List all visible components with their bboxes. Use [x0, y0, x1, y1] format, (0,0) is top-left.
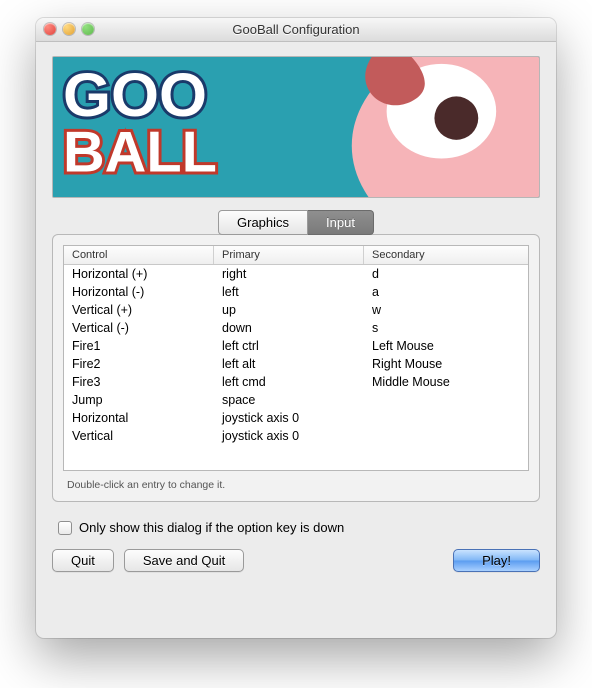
table-row[interactable]: Horizontal (+)rightd: [64, 265, 528, 283]
cell-control: Jump: [64, 391, 214, 409]
cell-secondary: Middle Mouse: [364, 373, 528, 391]
cell-secondary: d: [364, 265, 528, 283]
save-and-quit-button[interactable]: Save and Quit: [124, 549, 244, 572]
cell-control: Horizontal (+): [64, 265, 214, 283]
tab-pane-input: Control Primary Secondary Horizontal (+)…: [52, 234, 540, 502]
window-controls: [44, 23, 94, 35]
table-row[interactable]: Verticaljoystick axis 0: [64, 427, 528, 445]
button-row: Quit Save and Quit Play!: [52, 549, 540, 572]
cell-secondary: Left Mouse: [364, 337, 528, 355]
quit-button[interactable]: Quit: [52, 549, 114, 572]
cell-control: Fire2: [64, 355, 214, 373]
cell-primary: left alt: [214, 355, 364, 373]
header-secondary[interactable]: Secondary: [364, 246, 528, 264]
table-row[interactable]: Fire2left altRight Mouse: [64, 355, 528, 373]
tabs: Graphics Input: [52, 210, 540, 235]
cell-primary: left ctrl: [214, 337, 364, 355]
table-row[interactable]: Horizontaljoystick axis 0: [64, 409, 528, 427]
close-icon[interactable]: [44, 23, 56, 35]
table-header: Control Primary Secondary: [64, 246, 528, 265]
content: GOO BALL Graphics Input Control Primary …: [36, 42, 556, 588]
option-key-checkbox[interactable]: [58, 521, 72, 535]
titlebar: GooBall Configuration: [36, 18, 556, 42]
cell-secondary: w: [364, 301, 528, 319]
window: GooBall Configuration GOO BALL Graphics: [36, 18, 556, 638]
table-hint: Double-click an entry to change it.: [63, 471, 529, 493]
cell-secondary: Right Mouse: [364, 355, 528, 373]
cell-control: Vertical (-): [64, 319, 214, 337]
header-control[interactable]: Control: [64, 246, 214, 264]
cell-primary: right: [214, 265, 364, 283]
cell-secondary: [364, 409, 528, 427]
cell-secondary: [364, 391, 528, 409]
cell-primary: joystick axis 0: [214, 409, 364, 427]
minimize-icon[interactable]: [63, 23, 75, 35]
cell-control: Fire1: [64, 337, 214, 355]
cell-primary: up: [214, 301, 364, 319]
window-title: GooBall Configuration: [44, 22, 548, 37]
banner: GOO BALL: [52, 56, 540, 198]
cell-control: Vertical (+): [64, 301, 214, 319]
table-row[interactable]: Jumpspace: [64, 391, 528, 409]
table-row[interactable]: Vertical (-)downs: [64, 319, 528, 337]
cell-primary: left cmd: [214, 373, 364, 391]
cell-control: Fire3: [64, 373, 214, 391]
controls-table[interactable]: Control Primary Secondary Horizontal (+)…: [63, 245, 529, 471]
cell-secondary: s: [364, 319, 528, 337]
table-row[interactable]: Fire1left ctrlLeft Mouse: [64, 337, 528, 355]
cell-control: Horizontal: [64, 409, 214, 427]
tab-container: Graphics Input Control Primary Secondary…: [52, 210, 540, 502]
banner-logo-line2: BALL: [63, 121, 217, 185]
table-row[interactable]: Vertical (+)upw: [64, 301, 528, 319]
cell-primary: joystick axis 0: [214, 427, 364, 445]
cell-control: Vertical: [64, 427, 214, 445]
tab-input[interactable]: Input: [308, 210, 374, 235]
cell-control: Horizontal (-): [64, 283, 214, 301]
tab-graphics[interactable]: Graphics: [218, 210, 308, 235]
play-button[interactable]: Play!: [453, 549, 540, 572]
cell-primary: left: [214, 283, 364, 301]
option-key-row: Only show this dialog if the option key …: [58, 520, 540, 535]
cell-primary: down: [214, 319, 364, 337]
table-row[interactable]: Horizontal (-)lefta: [64, 283, 528, 301]
table-body: Horizontal (+)rightdHorizontal (-)leftaV…: [64, 265, 528, 445]
header-primary[interactable]: Primary: [214, 246, 364, 264]
table-row[interactable]: Fire3left cmdMiddle Mouse: [64, 373, 528, 391]
option-key-label: Only show this dialog if the option key …: [79, 520, 344, 535]
cell-primary: space: [214, 391, 364, 409]
cell-secondary: a: [364, 283, 528, 301]
zoom-icon[interactable]: [82, 23, 94, 35]
cell-secondary: [364, 427, 528, 445]
